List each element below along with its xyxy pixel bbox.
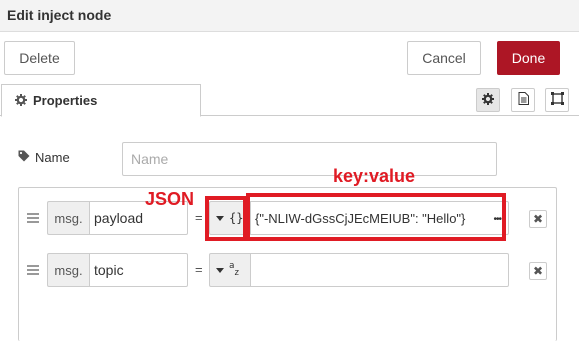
dialog-title: Edit inject node <box>7 7 112 23</box>
remove-row-button[interactable]: ✖ <box>529 262 547 280</box>
json-annotation-box <box>205 196 247 241</box>
msg-prefix: msg. <box>47 201 89 235</box>
key-value-annotation-label: key:value <box>333 166 416 186</box>
close-icon: ✖ <box>532 212 544 226</box>
dialog-title-bar: Edit inject node <box>0 0 579 32</box>
delete-button[interactable]: Delete <box>4 41 75 75</box>
remove-row-button[interactable]: ✖ <box>529 210 547 228</box>
gear-icon <box>15 94 27 106</box>
equals-sign: = <box>195 210 203 225</box>
document-icon <box>518 92 529 108</box>
description-tab-button[interactable] <box>511 88 535 112</box>
tab-properties[interactable]: Properties <box>1 84 201 117</box>
type-select[interactable]: a z <box>209 253 251 287</box>
json-annotation-label: JSON <box>145 189 195 209</box>
property-name-input[interactable]: topic <box>89 253 188 287</box>
tab-properties-label: Properties <box>33 93 98 108</box>
cancel-button[interactable]: Cancel <box>407 41 481 75</box>
done-button[interactable]: Done <box>497 41 560 75</box>
topic-value-input[interactable] <box>251 253 509 287</box>
appearance-tab-button[interactable] <box>545 88 569 112</box>
caret-down-icon <box>216 267 224 273</box>
name-input[interactable] <box>122 142 497 176</box>
gear-icon <box>482 92 494 108</box>
appearance-icon <box>550 92 564 108</box>
name-label: Name <box>18 150 70 165</box>
msg-prefix: msg. <box>47 253 89 287</box>
string-type-icon: a z <box>229 261 240 278</box>
settings-tab-button[interactable] <box>476 88 500 112</box>
name-label-text: Name <box>35 150 70 165</box>
drag-handle-icon[interactable] <box>27 212 39 225</box>
tag-icon <box>18 150 30 165</box>
key-value-annotation-box <box>246 193 506 241</box>
equals-sign: = <box>195 262 203 277</box>
drag-handle-icon[interactable] <box>27 264 39 277</box>
close-icon: ✖ <box>532 264 544 278</box>
